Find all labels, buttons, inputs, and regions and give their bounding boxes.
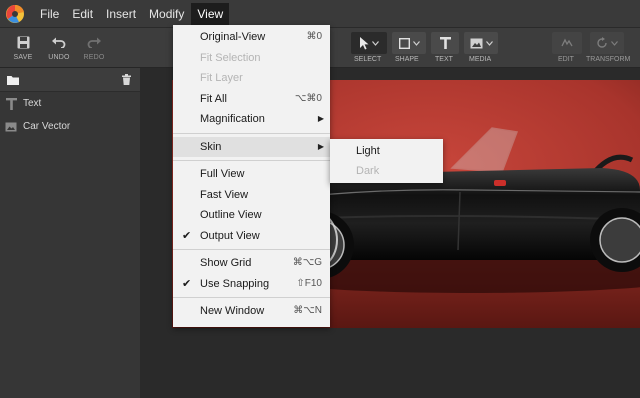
image-gallery-icon (470, 38, 482, 48)
undo-icon (42, 32, 76, 52)
menu-insert[interactable]: Insert (100, 3, 142, 25)
pointer-icon (360, 36, 369, 49)
submenu-item-light[interactable]: Light (330, 141, 443, 161)
layers-panel: Text Car Vector (0, 68, 140, 398)
layer-item[interactable]: Car Vector (0, 115, 140, 138)
edit-icon (561, 38, 573, 47)
text-tool-icon (439, 37, 451, 49)
transform-label: TRANSFORM (586, 56, 631, 63)
redo-icon (77, 32, 111, 52)
menu-item-label: Fit All (200, 92, 227, 105)
menu-item-label: Full View (200, 168, 245, 180)
edit-tool[interactable] (552, 32, 582, 54)
submenu-arrow-icon: ▶ (317, 141, 324, 151)
menu-bar: File Edit Insert Modify View (0, 0, 640, 27)
menu-item-label: Output View (200, 229, 260, 242)
menu-item-show-grid[interactable]: Show Grid ⌘⌥G (173, 253, 330, 274)
menu-item-label: Use Snapping (200, 277, 270, 290)
menu-modify[interactable]: Modify (143, 3, 190, 25)
shortcut-label: ⌘⌥N (293, 305, 322, 316)
chevron-down-icon (485, 40, 493, 46)
redo-button[interactable]: REDO (77, 32, 111, 61)
shortcut-label: ⌘⌥G (292, 257, 322, 268)
layers-panel-header (0, 68, 140, 92)
menu-item-label: Fast View (200, 188, 249, 201)
menu-item-full-view[interactable]: Full View (173, 164, 330, 185)
menu-separator (173, 160, 330, 161)
layer-label: Car Vector (23, 121, 71, 132)
menu-item-magnification[interactable]: Magnification ▶ (173, 109, 330, 130)
square-icon (398, 37, 410, 49)
app-logo[interactable] (3, 1, 27, 26)
menu-item-fit-layer: Fit Layer (173, 68, 330, 89)
menu-separator (173, 249, 330, 250)
edit-label: EDIT (558, 56, 574, 63)
menu-separator (173, 132, 330, 134)
chevron-down-icon (372, 40, 379, 46)
menu-item-output-view[interactable]: ✔ Output View (173, 226, 330, 247)
menu-item-label: Fit Selection (200, 51, 261, 64)
layer-item[interactable]: Text (0, 92, 140, 115)
view-menu-dropdown: Original-View ⌘0 Fit Selection Fit Layer… (173, 25, 330, 327)
shortcut-label: ⌘0 (306, 31, 322, 42)
rotate-icon (597, 37, 607, 48)
menu-item-original-view[interactable]: Original-View ⌘0 (173, 27, 330, 48)
shape-tool[interactable] (392, 32, 426, 54)
menu-item-new-window[interactable]: New Window ⌘⌥N (173, 301, 330, 322)
folder-icon[interactable] (7, 75, 19, 85)
media-tool[interactable] (464, 32, 498, 54)
menu-item-label: New Window (200, 305, 265, 317)
media-label: MEDIA (469, 56, 492, 63)
menu-item-label: Skin (200, 140, 222, 153)
text-tool[interactable] (431, 32, 459, 54)
submenu-item-dark: Dark (356, 165, 380, 177)
undo-label: UNDO (48, 54, 70, 61)
menu-item-skin[interactable]: Skin ▶ (173, 136, 330, 157)
trash-icon[interactable] (122, 74, 131, 85)
transform-tool[interactable] (590, 32, 624, 54)
shortcut-label: ⇧F10 (296, 277, 322, 289)
menu-item-fast-view[interactable]: Fast View (173, 185, 330, 206)
menu-item-label: Magnification (200, 113, 265, 125)
menu-item-label: Original-View (200, 31, 266, 43)
checkmark-icon: ✔ (182, 277, 192, 290)
save-icon (6, 32, 40, 52)
menu-item-outline-view[interactable]: Outline View (173, 205, 330, 226)
redo-label: REDO (83, 54, 105, 61)
layer-label: Text (23, 98, 42, 109)
text-icon (5, 97, 17, 110)
menu-item-fit-all[interactable]: Fit All ⌥⌘0 (173, 89, 330, 110)
chevron-down-icon (611, 40, 618, 46)
checkmark-icon: ✔ (182, 229, 192, 242)
text-label: TEXT (435, 56, 453, 63)
shape-label: SHAPE (395, 56, 419, 63)
menu-separator (173, 297, 330, 298)
menu-item-fit-selection: Fit Selection (173, 48, 330, 69)
menu-item-label: Show Grid (200, 257, 252, 269)
submenu-arrow-icon: ▶ (317, 114, 324, 123)
shortcut-label: ⌥⌘0 (294, 92, 322, 104)
menu-item-label: Fit Layer (200, 72, 243, 84)
undo-button[interactable]: UNDO (42, 32, 76, 61)
image-icon (5, 122, 17, 132)
chevron-down-icon (412, 40, 420, 46)
menu-item-label: Outline View (200, 209, 262, 221)
menu-view[interactable]: View (191, 2, 230, 25)
select-label: SELECT (354, 56, 382, 63)
select-tool[interactable] (351, 32, 387, 54)
menu-item-use-snapping[interactable]: ✔ Use Snapping ⇧F10 (173, 274, 330, 295)
save-button[interactable]: SAVE (6, 32, 40, 61)
skin-submenu: Light Dark (330, 139, 443, 183)
menu-edit[interactable]: Edit (66, 3, 99, 25)
menu-file[interactable]: File (34, 3, 65, 25)
save-label: SAVE (13, 54, 33, 61)
